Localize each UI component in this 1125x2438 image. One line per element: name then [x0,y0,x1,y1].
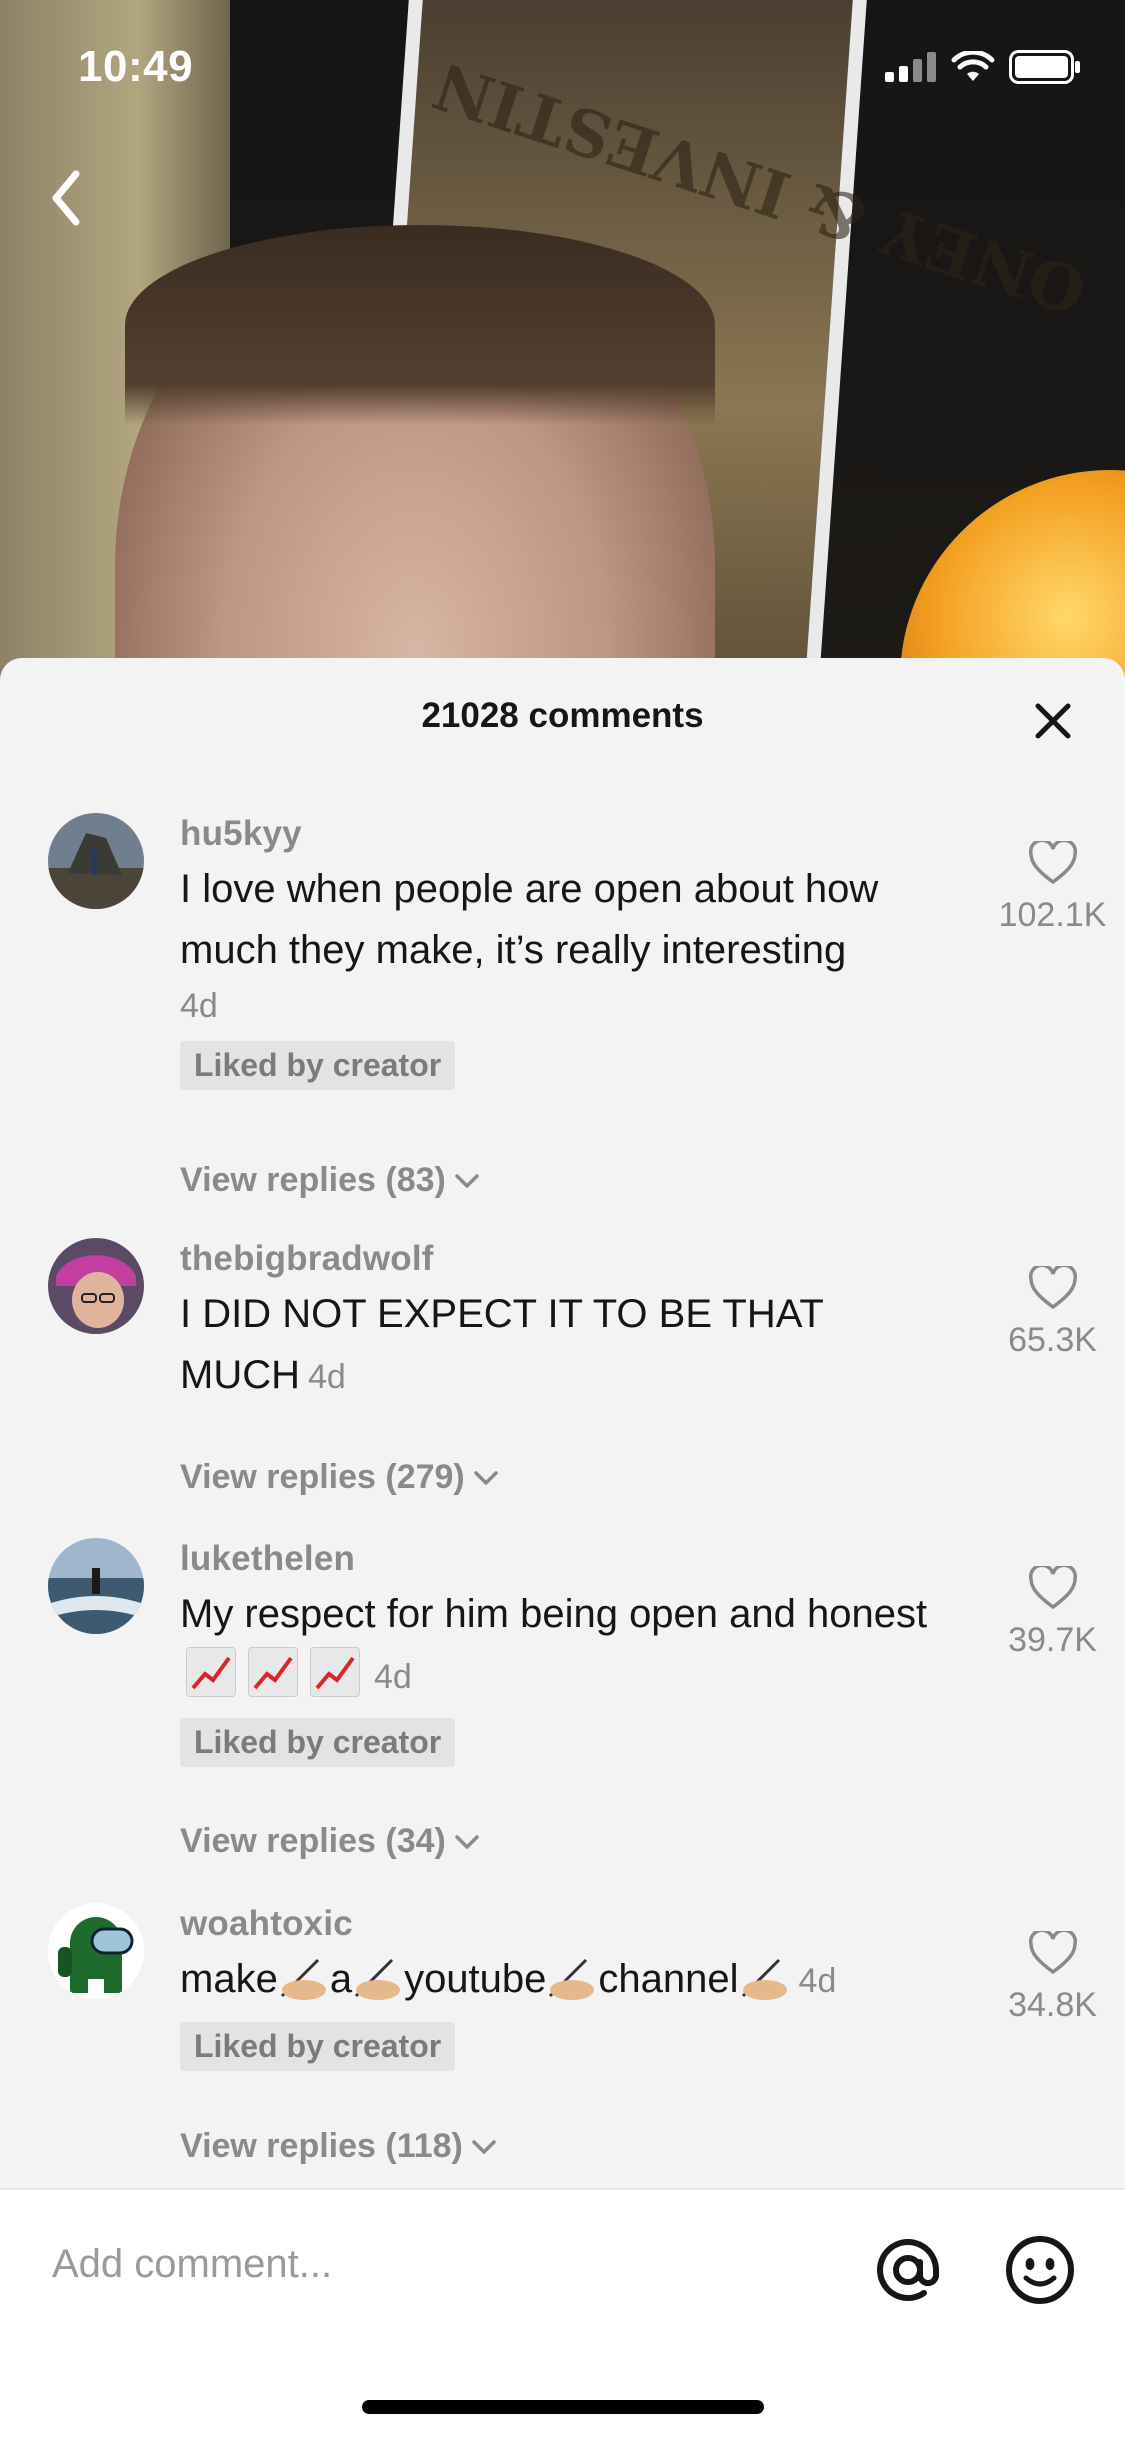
writing-hand-emoji [355,1958,401,2000]
liked-by-creator-badge: Liked by creator [180,2022,456,2071]
view-replies-label: View replies (34) [180,1822,446,1860]
comments-count-title: 21028 comments [421,696,704,735]
like-count: 39.7K [1008,1621,1097,1659]
comment-age: 4d [307,1358,346,1396]
like-count: 65.3K [1008,1321,1097,1359]
emoji-smiley-icon[interactable] [1004,2234,1076,2306]
comment-text: make a youtube channel 4d [180,1949,970,2012]
heart-icon [1028,1563,1077,1610]
chevron-down-icon [472,2139,496,2154]
like-count: 34.8K [1008,1986,1097,2024]
view-replies-button[interactable]: View replies (34) [180,1822,482,1861]
avatar[interactable] [48,1538,144,1634]
chevron-down-icon [455,1173,479,1188]
like-count: 102.1K [998,896,1107,934]
view-replies-label: View replies (83) [180,1161,446,1199]
heart-icon [1028,1263,1077,1310]
writing-hand-emoji [741,1958,787,2000]
chart-increasing-emoji [310,1647,360,1697]
back-chevron-icon[interactable] [44,168,94,228]
comment-age: 4d [798,1962,837,2000]
close-icon[interactable] [1030,698,1076,744]
comment-text: I DID NOT EXPECT IT TO BE THAT MUCH 4d [180,1284,970,1408]
comment-text: My respect for him being open and honest… [180,1584,970,1708]
like-button[interactable]: 34.8K [990,1928,1115,2025]
comment-body: hu5kyy I love when people are open about… [180,813,970,1090]
comment-username[interactable]: woahtoxic [180,1903,970,1949]
avatar[interactable] [48,1238,144,1334]
comment-word: make [180,1957,278,2001]
comment-body: thebigbradwolf I DID NOT EXPECT IT TO BE… [180,1238,970,1408]
comment-username[interactable]: hu5kyy [180,813,970,859]
chart-increasing-emoji [186,1647,236,1697]
like-button[interactable]: 65.3K [990,1263,1115,1360]
chevron-down-icon [474,1470,498,1485]
view-replies-label: View replies (118) [180,2127,463,2165]
comment-body: lukethelen My respect for him being open… [180,1538,970,1767]
comment-text-content: My respect for him being open and honest [180,1592,928,1636]
comment-username[interactable]: lukethelen [180,1538,970,1584]
mention-at-icon[interactable] [872,2234,944,2306]
battery-icon [1009,50,1080,84]
chart-increasing-emoji [248,1647,298,1697]
heart-icon [1028,838,1077,885]
comment-word: youtube [404,1957,547,2001]
wifi-icon [951,51,995,81]
like-button[interactable]: 102.1K [990,838,1115,935]
comment-age: 4d [180,987,218,1025]
comment-word: channel [598,1957,739,2001]
comment-text-content: I DID NOT EXPECT IT TO BE THAT MUCH [180,1292,824,1397]
video-background[interactable]: ONEY & INVESTIN [0,0,1125,680]
writing-hand-emoji [280,1958,326,2000]
liked-by-creator-badge: Liked by creator [180,1041,456,1090]
heart-icon [1028,1928,1077,1975]
view-replies-button[interactable]: View replies (83) [180,1161,482,1200]
person-hair [125,225,715,425]
writing-hand-emoji [549,1958,595,2000]
avatar[interactable] [48,813,144,909]
comments-sheet: 21028 comments hu5kyy I love when people… [0,658,1125,2436]
comment-text: I love when people are open about how mu… [180,867,879,972]
like-button[interactable]: 39.7K [990,1563,1115,1660]
chevron-down-icon [455,1834,479,1849]
avatar[interactable] [48,1903,144,1999]
comment-body: woahtoxic make a youtube channel 4d Liked by… [180,1903,970,2071]
orange-globe [900,470,1125,680]
status-icons [885,50,1081,84]
view-replies-label: View replies (279) [180,1458,465,1496]
cellular-signal-icon [885,52,936,82]
status-time: 10:49 [78,42,194,91]
view-replies-button[interactable]: View replies (279) [180,1458,501,1497]
comment-age: 4d [374,1658,412,1696]
comment-word: a [329,1957,353,2001]
view-replies-button[interactable]: View replies (118) [180,2127,499,2166]
comment-username[interactable]: thebigbradwolf [180,1238,970,1284]
home-indicator[interactable] [362,2400,764,2414]
add-comment-input[interactable]: Add comment... [52,2242,332,2287]
liked-by-creator-badge: Liked by creator [180,1718,456,1767]
